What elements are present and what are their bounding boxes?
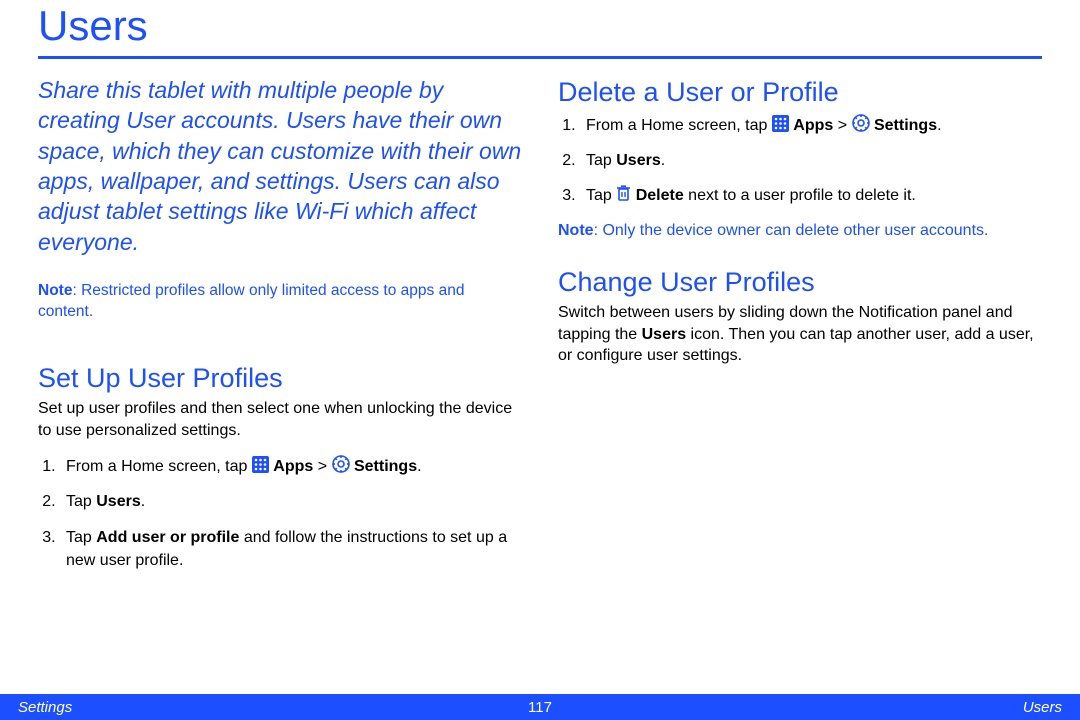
apps-label: Apps [273,458,313,475]
apps-grid-icon [252,456,269,473]
setup-body: Set up user profiles and then select one… [38,398,522,441]
step-text: Tap [66,529,96,546]
users-label: Users [642,326,686,343]
note-text: : Restricted profiles allow only limited… [38,282,464,320]
step-text: Tap [586,187,616,204]
apps-label: Apps [793,117,833,134]
note-label: Note [558,222,594,239]
list-item: Tap Users. [60,490,522,513]
add-user-label: Add user or profile [96,529,239,546]
setup-steps-list: From a Home screen, tap Apps > Settings.… [38,455,522,572]
list-item: From a Home screen, tap Apps > Settings. [580,114,1042,137]
list-item: Tap Users. [580,149,1042,172]
content-columns: Share this tablet with multiple people b… [38,75,1042,584]
settings-label: Settings [874,117,937,134]
apps-grid-icon [772,115,789,132]
heading-change: Change User Profiles [558,267,1042,298]
settings-label: Settings [354,458,417,475]
list-item: Tap Add user or profile and follow the i… [60,526,522,572]
page-title: Users [38,0,1042,56]
step-text: . [937,117,941,134]
page-footer: Settings 117 Users [0,694,1080,720]
users-label: Users [616,152,660,169]
note-restricted: Note: Restricted profiles allow only lim… [38,281,522,323]
step-text: Tap [66,493,96,510]
note-label: Note [38,282,72,299]
footer-page-number: 117 [0,699,1080,716]
step-text: . [417,458,421,475]
list-item: From a Home screen, tap Apps > Settings. [60,455,522,478]
change-body: Switch between users by sliding down the… [558,302,1042,367]
step-text: From a Home screen, tap [586,117,772,134]
title-divider [38,56,1042,59]
step-text: . [661,152,665,169]
delete-steps-list: From a Home screen, tap Apps > Settings.… [558,114,1042,208]
settings-gear-icon [332,455,350,473]
step-text: Tap [586,152,616,169]
heading-delete: Delete a User or Profile [558,77,1042,108]
step-text: next to a user profile to delete it. [684,187,916,204]
delete-label: Delete [636,187,684,204]
settings-gear-icon [852,114,870,132]
note-owner-only: Note: Only the device owner can delete o… [558,220,1042,242]
intro-text: Share this tablet with multiple people b… [38,75,522,257]
gt: > [833,117,851,134]
users-label: Users [96,493,140,510]
heading-setup: Set Up User Profiles [38,363,522,394]
trash-icon [616,184,631,202]
step-text: From a Home screen, tap [66,458,252,475]
step-text: . [141,493,145,510]
right-column: Delete a User or Profile From a Home scr… [558,75,1042,584]
document-page: Users Share this tablet with multiple pe… [0,0,1080,720]
note-text: : Only the device owner can delete other… [594,222,989,239]
left-column: Share this tablet with multiple people b… [38,75,522,584]
gt: > [313,458,331,475]
list-item: Tap Delete next to a user profile to del… [580,184,1042,207]
